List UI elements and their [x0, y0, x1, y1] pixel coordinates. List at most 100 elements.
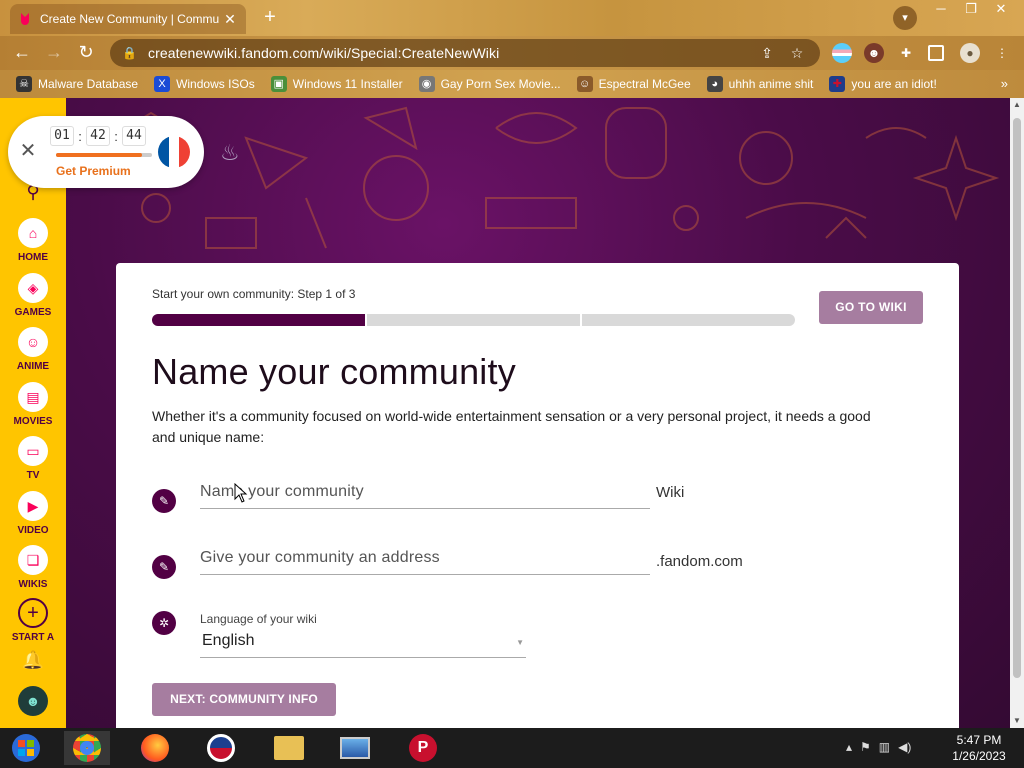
- avatar[interactable]: ☻: [18, 686, 48, 716]
- address-bar[interactable]: 🔒 createnewwiki.fandom.com/wiki/Special:…: [110, 39, 820, 67]
- bookmark-item[interactable]: ✚ you are an idiot!: [829, 76, 937, 92]
- obama-taskbar-button[interactable]: [198, 731, 244, 765]
- progress-step-1: [152, 314, 365, 326]
- forward-icon[interactable]: →: [42, 41, 66, 65]
- extension-avatar-icon[interactable]: ☻: [864, 43, 884, 63]
- volume-icon[interactable]: ◀): [898, 740, 911, 754]
- flag-icon[interactable]: ⚑: [860, 740, 871, 754]
- page-title: Name your community: [152, 351, 516, 392]
- hotspot-flame-icon: ♨: [220, 140, 240, 165]
- minimize-icon[interactable]: ─: [926, 0, 956, 20]
- menu-dots-icon[interactable]: ⋮: [992, 43, 1012, 63]
- lock-icon[interactable]: 🔒: [122, 46, 137, 60]
- photo-viewer-taskbar-button[interactable]: [332, 731, 378, 765]
- url-text: createnewwiki.fandom.com/wiki/Special:Cr…: [148, 45, 500, 61]
- sidebar-item-label: MOVIES: [13, 416, 53, 427]
- community-name-input[interactable]: Name your community: [200, 475, 650, 509]
- file-explorer-taskbar-button[interactable]: [266, 731, 312, 765]
- bookmark-item[interactable]: ☠ Malware Database: [16, 76, 138, 92]
- close-window-icon[interactable]: ✕: [986, 0, 1016, 20]
- sidebar-item-games[interactable]: ◈ GAMES: [0, 273, 66, 318]
- firefox-taskbar-button[interactable]: [132, 731, 178, 765]
- bookmark-item[interactable]: ◉ Gay Porn Sex Movie...: [418, 76, 561, 92]
- reload-icon[interactable]: ↻: [74, 41, 98, 65]
- close-tab-icon[interactable]: ✕: [222, 11, 238, 28]
- bookmark-item[interactable]: X Windows ISOs: [154, 76, 255, 92]
- chrome-taskbar-button[interactable]: [64, 731, 110, 765]
- system-tray: ▴ ⚑ ▥ ◀): [846, 740, 919, 754]
- sidebar-item-video[interactable]: ▶ VIDEO: [0, 491, 66, 536]
- progress-step-2: [367, 314, 580, 326]
- bookmarks-overflow-icon[interactable]: »: [1001, 76, 1008, 91]
- profile-icon[interactable]: ●: [960, 43, 980, 63]
- vpn-timer: 01 : 42 : 44: [50, 126, 146, 146]
- timer-hours: 01: [50, 126, 74, 146]
- go-to-wiki-button[interactable]: GO TO WIKI: [819, 291, 923, 324]
- tab-search-icon[interactable]: ▾: [893, 6, 917, 30]
- restore-icon[interactable]: ❐: [956, 0, 986, 20]
- step-progress-bar: [152, 314, 797, 326]
- address-suffix: .fandom.com: [656, 553, 743, 570]
- network-icon[interactable]: ▥: [879, 740, 890, 754]
- bookmark-label: Gay Porn Sex Movie...: [440, 77, 561, 91]
- bookmark-item[interactable]: ▣ Windows 11 Installer: [270, 76, 403, 92]
- timer-seconds: 44: [122, 126, 146, 146]
- book-icon: ❏: [18, 545, 48, 575]
- tab-active[interactable]: Create New Community | Commu ✕: [10, 4, 246, 34]
- sidebar-item-label: WIKIS: [18, 579, 48, 590]
- extension-flag-icon[interactable]: [832, 43, 852, 63]
- page-description: Whether it's a community focused on worl…: [152, 408, 871, 445]
- language-select[interactable]: English ▼: [200, 632, 526, 658]
- sidebar-item-start-a-wiki[interactable]: + START A: [0, 598, 66, 643]
- scroll-down-icon[interactable]: ▼: [1010, 714, 1024, 728]
- bookmark-item[interactable]: ◕ uhhh anime shit: [706, 76, 813, 92]
- step-indicator: Start your own community: Step 1 of 3: [152, 287, 356, 301]
- share-icon[interactable]: ⇪: [756, 45, 778, 62]
- create-wiki-card: Start your own community: Step 1 of 3 GO…: [116, 263, 959, 728]
- home-icon: ⌂: [18, 218, 48, 248]
- page-viewport: ⚲ ⌂ HOME ◈ GAMES ☺ ANIME ▤ MOVIES ▭ TV ▶…: [0, 98, 1024, 728]
- avatar-icon: ☺: [576, 76, 593, 92]
- system-clock[interactable]: 5:47 PM 1/26/2023: [944, 732, 1014, 764]
- mouse-cursor-icon: [234, 483, 248, 503]
- page-scrollbar[interactable]: ▲ ▼: [1010, 98, 1024, 728]
- get-premium-link[interactable]: Get Premium: [56, 164, 131, 178]
- browser-toolbar: ← → ↻ 🔒 createnewwiki.fandom.com/wiki/Sp…: [0, 36, 1024, 70]
- sidebar-item-home[interactable]: ⌂ HOME: [0, 218, 66, 263]
- close-icon[interactable]: ✕: [18, 138, 38, 163]
- taskbar: P ▴ ⚑ ▥ ◀) 5:47 PM 1/26/2023: [0, 728, 1024, 768]
- bookmark-label: Windows ISOs: [176, 77, 255, 91]
- sidebar-item-movies[interactable]: ▤ MOVIES: [0, 382, 66, 427]
- next-community-info-button[interactable]: NEXT: COMMUNITY INFO: [152, 683, 336, 716]
- gear-icon: ✲: [152, 611, 176, 635]
- plus-icon: +: [18, 598, 48, 628]
- new-tab-button[interactable]: +: [258, 6, 282, 30]
- skull-icon: ☠: [16, 76, 32, 92]
- app-taskbar-button[interactable]: P: [400, 731, 446, 765]
- star-icon[interactable]: ☆: [786, 45, 808, 62]
- installer-icon: ▣: [270, 76, 287, 92]
- back-icon[interactable]: ←: [10, 41, 34, 65]
- scroll-thumb[interactable]: [1013, 118, 1021, 678]
- scroll-up-icon[interactable]: ▲: [1010, 98, 1024, 112]
- sidebar-item-anime[interactable]: ☺ ANIME: [0, 327, 66, 372]
- bell-icon[interactable]: 🔔: [0, 650, 66, 671]
- chevron-up-icon[interactable]: ▴: [846, 740, 852, 754]
- vpn-progress-fill: [56, 153, 143, 157]
- sidebar-item-label: TV: [26, 470, 40, 481]
- sidebar-avatar[interactable]: ☻: [0, 686, 66, 716]
- campaign-logo-icon: [207, 734, 235, 762]
- bookmark-label: Espectral McGee: [598, 77, 691, 91]
- sidebar-item-tv[interactable]: ▭ TV: [0, 436, 66, 481]
- bookmark-item[interactable]: ☺ Espectral McGee: [576, 76, 691, 92]
- sidebar-notifications[interactable]: 🔔: [0, 650, 66, 671]
- progress-step-3: [582, 314, 795, 326]
- bookmarks-bar: ☠ Malware Database X Windows ISOs ▣ Wind…: [0, 70, 1024, 98]
- fandom-sidebar: ⚲ ⌂ HOME ◈ GAMES ☺ ANIME ▤ MOVIES ▭ TV ▶…: [0, 98, 66, 728]
- community-address-input[interactable]: Give your community an address: [200, 541, 650, 575]
- side-panel-icon[interactable]: [928, 45, 944, 61]
- sidebar-item-wikis[interactable]: ❏ WIKIS: [0, 545, 66, 590]
- france-flag-icon[interactable]: [158, 136, 190, 168]
- start-button[interactable]: [6, 732, 46, 764]
- extensions-puzzle-icon[interactable]: ✚: [896, 43, 916, 63]
